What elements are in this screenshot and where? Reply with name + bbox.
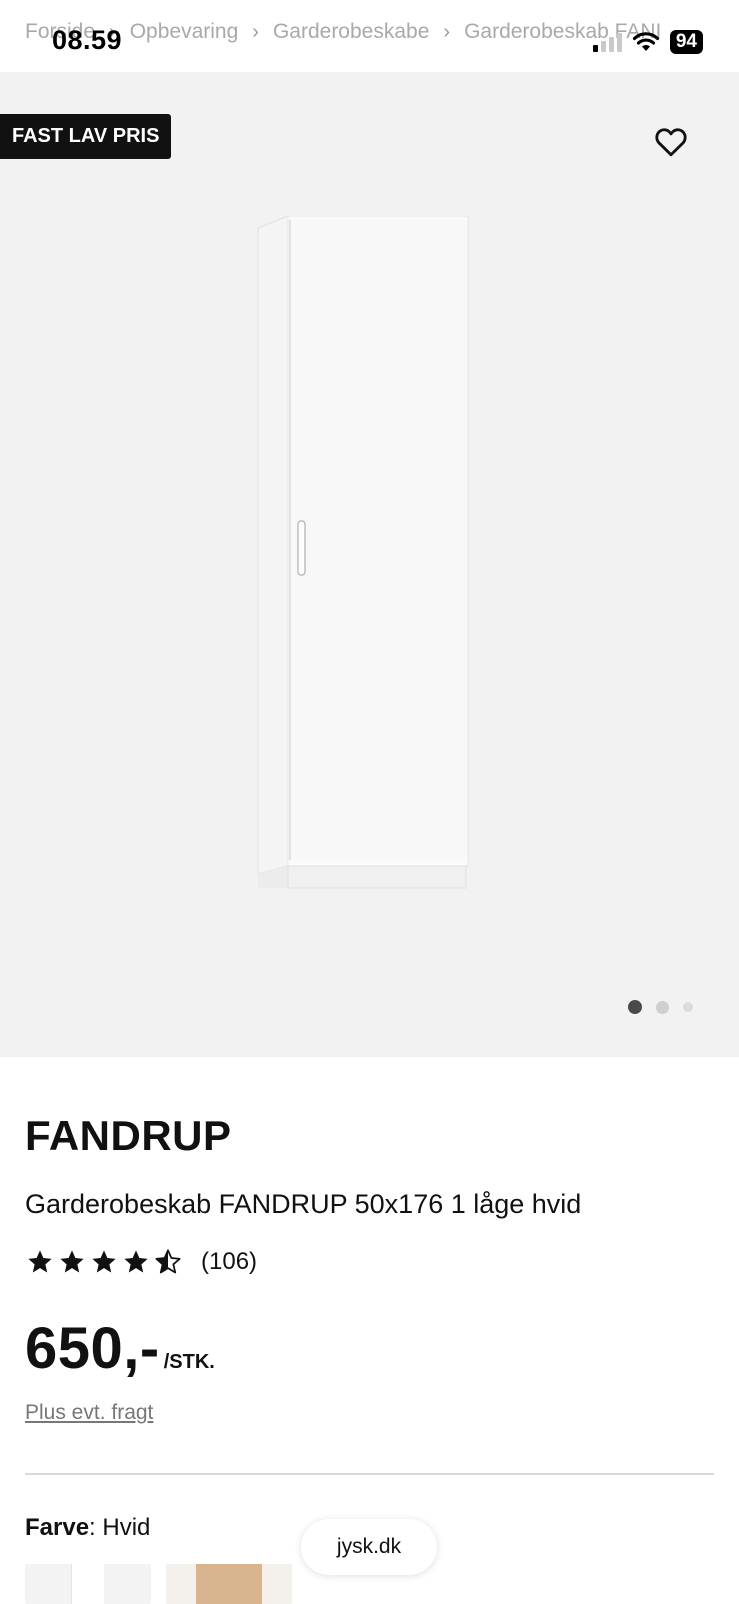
star-icon <box>124 1250 148 1273</box>
color-separator: : <box>89 1514 103 1541</box>
rating-stars <box>25 1248 183 1276</box>
carousel-dots[interactable] <box>628 1000 693 1014</box>
product-image-gallery[interactable]: FAST LAV PRIS <box>0 72 739 1057</box>
carousel-dot-3[interactable] <box>683 1002 693 1012</box>
price-badge: FAST LAV PRIS <box>0 114 172 159</box>
status-time: 08.59 <box>52 25 123 55</box>
price-row: 650,- /STK. <box>25 1315 215 1382</box>
divider <box>25 1473 714 1475</box>
status-icons: 94 <box>592 30 703 54</box>
color-selector-label: Farve: Hvid <box>25 1514 150 1542</box>
chevron-right-icon: › <box>443 21 451 43</box>
product-name: Garderobeskab FANDRUP 50x176 1 låge hvid <box>25 1189 582 1219</box>
wifi-icon <box>632 32 659 51</box>
shipping-note-link[interactable]: Plus evt. fragt <box>25 1401 153 1425</box>
breadcrumb-item-opbevaring[interactable]: Opbevaring <box>130 20 239 44</box>
star-icon <box>60 1250 84 1273</box>
carousel-dot-1[interactable] <box>628 1000 642 1014</box>
color-label: Farve <box>25 1514 90 1541</box>
carousel-dot-2[interactable] <box>656 1000 669 1014</box>
product-brand: FANDRUP <box>25 1112 232 1159</box>
top-bar: Forside › Opbevaring › Garderobeskabe › Garder… <box>0 0 739 72</box>
color-swatch-oak[interactable] <box>166 1564 292 1604</box>
price-unit: /STK. <box>163 1351 215 1373</box>
breadcrumb-item-garderobeskabe[interactable]: Garderobeskabe <box>273 20 429 44</box>
product-rating[interactable]: (106) <box>25 1248 257 1276</box>
star-half-icon <box>155 1249 181 1274</box>
color-value: Hvid <box>102 1514 151 1541</box>
star-icon <box>28 1250 52 1273</box>
review-count[interactable]: (106) <box>201 1248 257 1276</box>
battery-indicator: 94 <box>669 30 703 54</box>
browser-url-bar[interactable]: jysk.dk <box>301 1519 437 1575</box>
heart-outline-icon[interactable] <box>653 124 689 160</box>
cellular-signal-icon <box>592 32 622 52</box>
star-icon <box>92 1250 116 1273</box>
chevron-right-icon: › <box>252 21 259 43</box>
product-image-wardrobe <box>248 216 478 906</box>
color-swatch-white[interactable] <box>25 1564 151 1604</box>
product-price: 650,- <box>25 1316 160 1381</box>
